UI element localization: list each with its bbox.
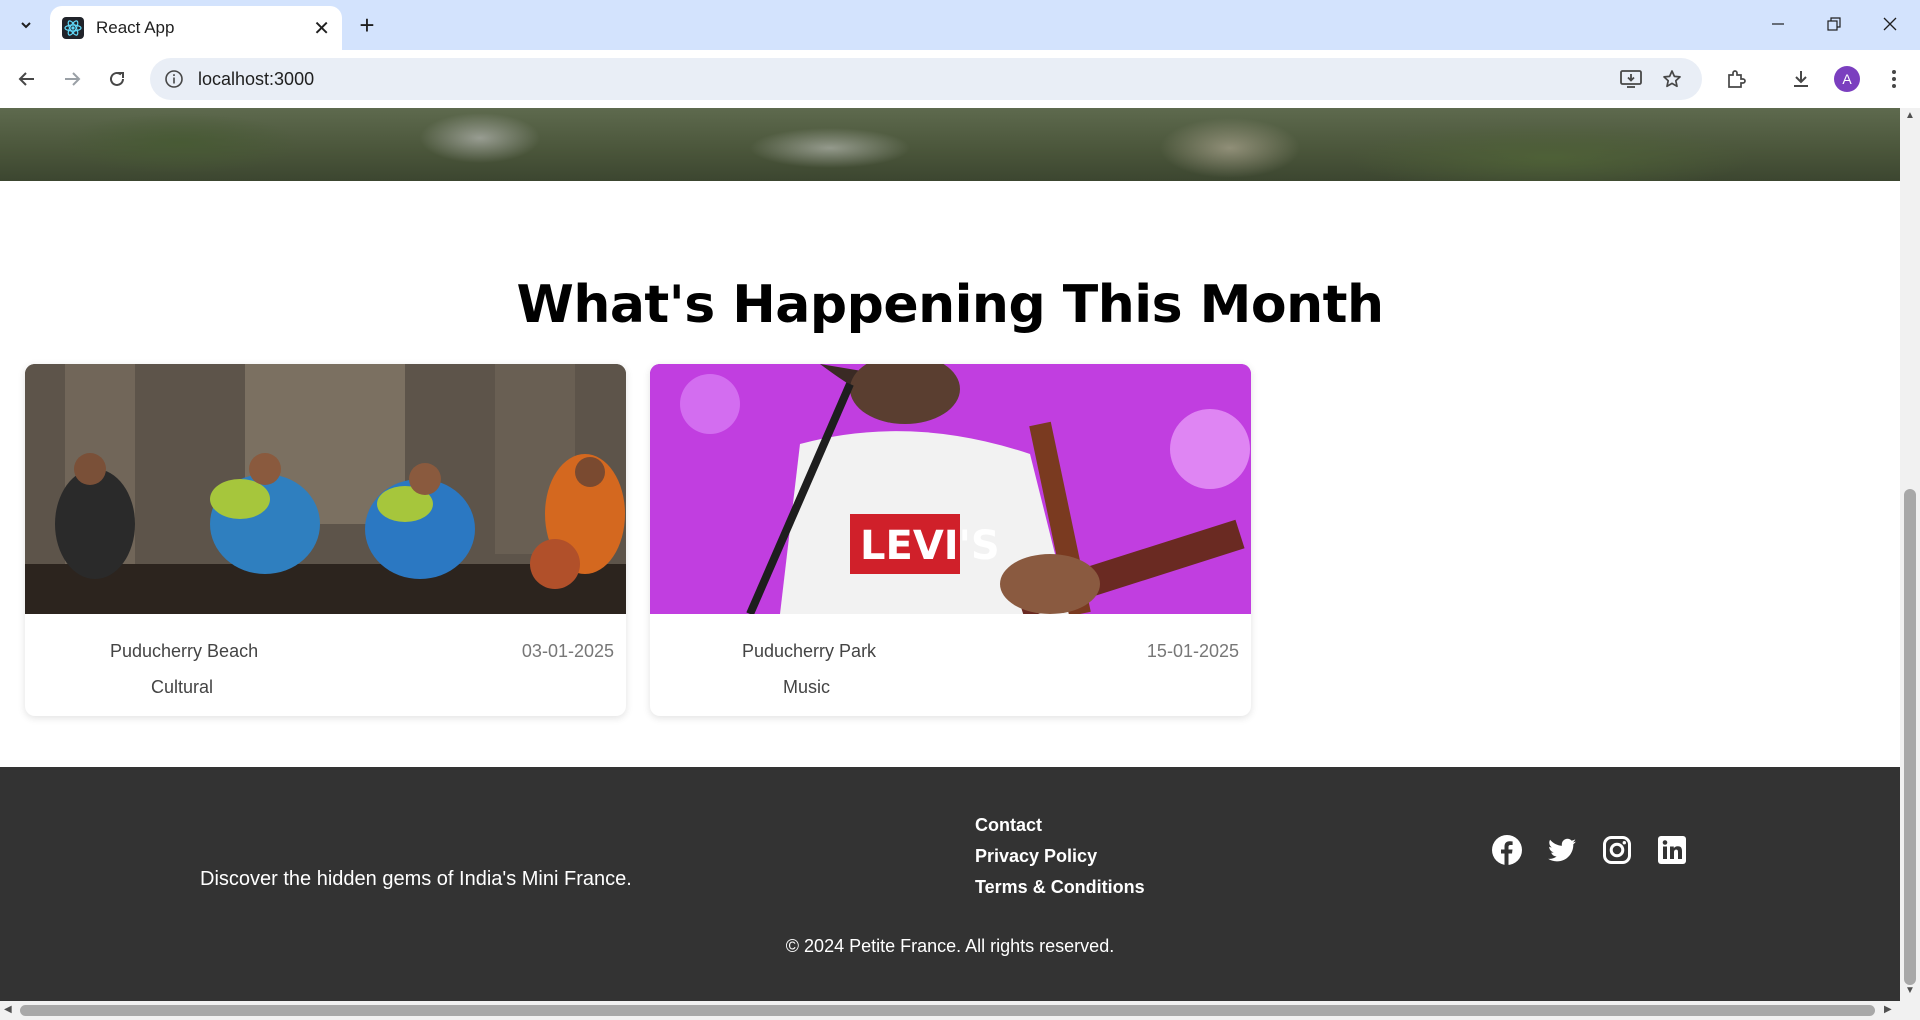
reload-button[interactable] (100, 62, 134, 96)
scroll-right-icon[interactable]: ▶ (1884, 1004, 1892, 1015)
close-window-button[interactable] (1870, 8, 1910, 40)
event-date: 03-01-2025 (521, 641, 614, 661)
footer-links: Contact Privacy Policy Terms & Condition… (975, 810, 1145, 903)
close-icon (1883, 17, 1897, 31)
event-location: Puducherry Beach (110, 641, 259, 661)
site-info-icon[interactable] (164, 69, 184, 89)
restore-button[interactable] (1814, 8, 1854, 40)
twitter-icon[interactable] (1546, 834, 1578, 866)
footer-link-privacy[interactable]: Privacy Policy (975, 841, 1145, 872)
footer-copyright: © 2024 Petite France. All rights reserve… (785, 936, 1115, 956)
hero-image (0, 108, 1900, 181)
footer-tagline: Discover the hidden gems of India's Mini… (200, 868, 632, 890)
reload-icon (110, 71, 124, 86)
install-icon (1620, 70, 1642, 88)
site-footer: Discover the hidden gems of India's Mini… (0, 767, 1900, 1001)
install-app-button[interactable] (1614, 62, 1648, 96)
svg-text:LEVI'S: LEVI'S (860, 523, 1000, 569)
footer-link-contact[interactable]: Contact (975, 810, 1145, 841)
scroll-down-icon[interactable]: ▼ (1905, 985, 1915, 996)
horizontal-scrollbar[interactable]: ◀ ▶ (0, 1001, 1920, 1020)
vertical-scroll-thumb[interactable] (1904, 489, 1916, 985)
browser-toolbar: localhost:3000 (0, 50, 1920, 108)
event-image-music: LEVI'S (650, 364, 1251, 614)
arrow-right-icon (65, 72, 81, 86)
cultural-performance-illustration (25, 364, 626, 614)
close-tab-icon[interactable]: ✕ (313, 16, 330, 41)
event-location: Puducherry Park (742, 641, 877, 661)
browser-tabbar: React App ✕ + (0, 0, 1920, 50)
vertical-scrollbar[interactable]: ▲ ▼ (1900, 108, 1920, 1001)
chevron-down-icon (21, 22, 31, 29)
tab-title: React App (96, 18, 175, 37)
address-bar[interactable]: localhost:3000 (150, 58, 1702, 100)
instagram-icon[interactable] (1601, 834, 1633, 866)
forward-button[interactable] (55, 62, 89, 96)
minimize-icon (1772, 23, 1784, 25)
react-logo-icon (62, 17, 84, 39)
scroll-up-icon[interactable]: ▲ (1905, 110, 1915, 121)
restore-icon (1827, 17, 1841, 31)
arrow-left-icon (18, 72, 34, 86)
page-viewport: What's Happening This Month Puducherry B… (0, 108, 1900, 1001)
event-card[interactable]: LEVI'S Puducherry Park 15-01-2025 Music (650, 364, 1251, 716)
footer-link-terms[interactable]: Terms & Conditions (975, 872, 1145, 903)
browser-tab[interactable]: React App ✕ (50, 6, 342, 50)
horizontal-scroll-thumb[interactable] (20, 1005, 1875, 1016)
star-icon (1663, 70, 1681, 88)
profile-avatar[interactable]: A (1834, 66, 1860, 92)
back-button[interactable] (10, 62, 44, 96)
puzzle-icon (1728, 70, 1746, 88)
new-tab-button[interactable]: + (352, 10, 382, 40)
url-text[interactable]: localhost:3000 (198, 69, 314, 90)
linkedin-icon[interactable] (1656, 834, 1688, 866)
facebook-icon[interactable] (1491, 834, 1523, 866)
download-icon (1794, 71, 1808, 87)
event-card[interactable]: Puducherry Beach 03-01-2025 Cultural (25, 364, 626, 716)
minimize-button[interactable] (1758, 8, 1798, 40)
event-category: Cultural (151, 677, 214, 697)
downloads-button[interactable] (1784, 62, 1818, 96)
event-category: Music (783, 677, 831, 697)
event-date: 15-01-2025 (1146, 641, 1239, 661)
bookmark-button[interactable] (1655, 62, 1689, 96)
guitarist-concert-illustration: LEVI'S (650, 364, 1251, 614)
scroll-left-icon[interactable]: ◀ (4, 1004, 12, 1015)
event-image-cultural (25, 364, 626, 614)
extensions-button[interactable] (1719, 62, 1753, 96)
more-vertical-icon (1892, 70, 1896, 88)
section-title: What's Happening This Month (516, 275, 1384, 335)
tab-search-button[interactable] (10, 10, 42, 40)
browser-menu-button[interactable] (1877, 62, 1911, 96)
